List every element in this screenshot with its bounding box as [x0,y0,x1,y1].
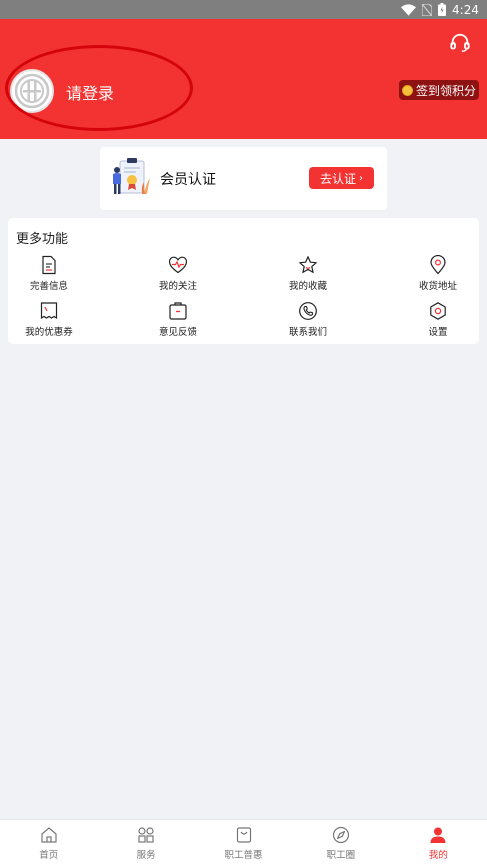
member-certificate-illustration [113,158,150,194]
member-verification-card[interactable]: 会员认证 去认证 › [100,147,387,210]
nav-worker-circle[interactable]: 职工圈 [292,820,389,865]
function-settings[interactable]: 设置 [393,301,483,341]
function-label: 我的关注 [158,281,197,292]
nav-worker-benefits[interactable]: 职工普惠 [195,820,292,865]
signin-label: 签到领积分 [415,83,476,98]
document-icon [42,255,56,275]
avatar[interactable] [10,69,54,113]
profile-header: 请登录 签到领积分 [0,19,487,139]
function-my-coupons[interactable]: 我的优惠券 [4,301,94,341]
feedback-icon [169,302,187,320]
headset-icon[interactable] [449,32,471,54]
function-label: 收货地址 [418,281,457,292]
function-label: 联系我们 [288,327,327,338]
coupon-icon [40,302,58,320]
battery-icon [438,3,447,16]
heart-pulse-icon [168,256,188,274]
nav-label: 服务 [136,850,156,861]
phone-icon [299,302,317,320]
more-functions-title: 更多功能 [16,232,69,247]
verify-button[interactable]: 去认证 › [309,167,374,189]
function-my-follows[interactable]: 我的关注 [133,255,223,295]
nav-mine[interactable]: 我的 [390,820,487,865]
star-icon [299,256,317,273]
verify-button-label: 去认证 [319,171,356,186]
signin-points-button[interactable]: 签到领积分 [399,80,479,100]
nav-label: 我的 [428,850,448,861]
member-card-title: 会员认证 [160,172,216,188]
login-prompt[interactable]: 请登录 [66,80,114,104]
function-complete-info[interactable]: 完善信息 [4,255,94,295]
shopping-bag-icon [236,827,251,843]
function-label: 完善信息 [29,281,68,292]
function-label: 设置 [428,327,448,338]
settings-hexagon-icon [430,302,446,320]
wifi-icon [401,3,417,16]
coin-icon [401,84,413,96]
nav-label: 首页 [39,850,59,861]
function-label: 我的优惠券 [25,327,73,338]
function-label: 意见反馈 [158,327,197,338]
function-label: 我的收藏 [288,281,327,292]
grid-icon [138,827,154,843]
compass-icon [332,826,350,844]
nav-label: 职工普惠 [224,850,263,861]
function-feedback[interactable]: 意见反馈 [133,301,223,341]
no-sim-icon [422,3,433,16]
chevron-right-icon: › [359,172,363,184]
union-logo-icon [14,73,50,109]
user-icon [430,827,446,843]
home-icon [41,827,57,843]
status-bar: 4:24 [0,0,487,19]
function-contact-us[interactable]: 联系我们 [263,301,353,341]
status-time: 4:24 [452,2,479,17]
location-pin-icon [430,255,446,275]
nav-home[interactable]: 首页 [0,820,97,865]
more-functions-panel: 更多功能 完善信息 我的关注 我的收藏 收货地址 我的优惠券 意见反馈 联系我们… [8,218,479,344]
function-shipping-address[interactable]: 收货地址 [393,255,483,295]
function-my-favorites[interactable]: 我的收藏 [263,255,353,295]
bottom-navigation: 首页 服务 职工普惠 职工圈 我的 [0,819,487,865]
status-icons: 4:24 [401,2,479,17]
nav-label: 职工圈 [326,850,356,861]
nav-services[interactable]: 服务 [97,820,194,865]
